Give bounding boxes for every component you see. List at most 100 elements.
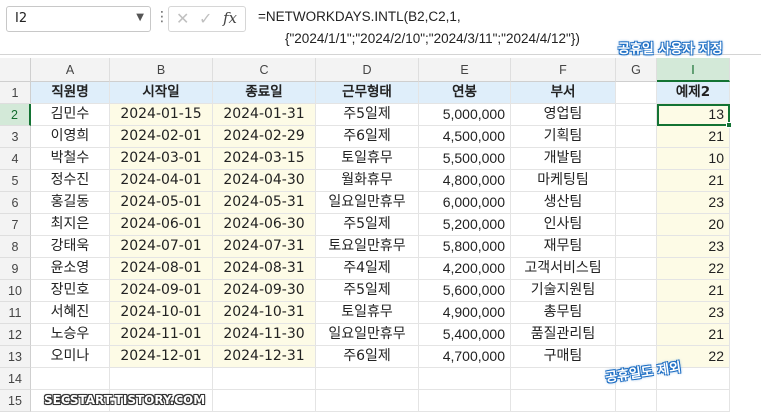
- cell-empty[interactable]: [31, 368, 110, 390]
- cell-name[interactable]: 홍길동: [31, 192, 110, 214]
- cell-empty[interactable]: [657, 390, 730, 412]
- cell-empty[interactable]: [213, 390, 316, 412]
- cell-start-date[interactable]: 2024-04-01: [110, 170, 213, 192]
- cell-salary[interactable]: 4,700,000: [419, 346, 511, 368]
- cell-department[interactable]: 품질관리팀: [511, 324, 616, 346]
- cell-result[interactable]: 21: [657, 280, 730, 302]
- cell-department[interactable]: 총무팀: [511, 302, 616, 324]
- cell-result[interactable]: 10: [657, 148, 730, 170]
- cell-result[interactable]: 21: [657, 324, 730, 346]
- row-header-11[interactable]: 11: [0, 302, 31, 324]
- cell-work-type[interactable]: 주4일제: [316, 258, 419, 280]
- cell-salary[interactable]: 6,000,000: [419, 192, 511, 214]
- select-all-corner[interactable]: [0, 58, 31, 82]
- row-header-7[interactable]: 7: [0, 214, 31, 236]
- cell-department[interactable]: 마케팅팀: [511, 170, 616, 192]
- cell-work-type[interactable]: 주5일제: [316, 280, 419, 302]
- header-cell-e[interactable]: 연봉: [419, 82, 511, 104]
- row-header-1[interactable]: 1: [0, 82, 31, 104]
- cell-result[interactable]: 13: [657, 104, 730, 126]
- cell-salary[interactable]: 5,600,000: [419, 280, 511, 302]
- cell-name[interactable]: 장민호: [31, 280, 110, 302]
- name-box[interactable]: I2 ▼: [6, 6, 151, 32]
- cell-department[interactable]: 개발팀: [511, 148, 616, 170]
- cell-result[interactable]: 23: [657, 192, 730, 214]
- cell-start-date[interactable]: 2024-02-01: [110, 126, 213, 148]
- cell-empty[interactable]: [616, 126, 657, 148]
- cell-empty[interactable]: [419, 390, 511, 412]
- cell-end-date[interactable]: 2024-10-31: [213, 302, 316, 324]
- cell-empty[interactable]: [511, 368, 616, 390]
- cell-name[interactable]: 이영희: [31, 126, 110, 148]
- cell-name[interactable]: 노승우: [31, 324, 110, 346]
- row-header-6[interactable]: 6: [0, 192, 31, 214]
- cell-work-type[interactable]: 주6일제: [316, 126, 419, 148]
- cell-work-type[interactable]: 주5일제: [316, 104, 419, 126]
- cell-result[interactable]: 23: [657, 302, 730, 324]
- cell-name[interactable]: 서혜진: [31, 302, 110, 324]
- cell-end-date[interactable]: 2024-12-31: [213, 346, 316, 368]
- column-header-f[interactable]: F: [511, 58, 616, 82]
- cell-empty[interactable]: [511, 390, 616, 412]
- cell-work-type[interactable]: 주5일제: [316, 214, 419, 236]
- chevron-down-icon[interactable]: ▼: [136, 12, 144, 23]
- insert-function-icon[interactable]: fx: [223, 9, 237, 27]
- cell-result[interactable]: 20: [657, 214, 730, 236]
- cell-salary[interactable]: 5,800,000: [419, 236, 511, 258]
- cell-start-date[interactable]: 2024-03-01: [110, 148, 213, 170]
- cell-start-date[interactable]: 2024-11-01: [110, 324, 213, 346]
- cell-salary[interactable]: 4,200,000: [419, 258, 511, 280]
- cell-empty[interactable]: [616, 258, 657, 280]
- row-header-10[interactable]: 10: [0, 280, 31, 302]
- cell-empty[interactable]: [213, 368, 316, 390]
- cell-empty[interactable]: [316, 368, 419, 390]
- cell-start-date[interactable]: 2024-08-01: [110, 258, 213, 280]
- cell-name[interactable]: 김민수: [31, 104, 110, 126]
- cell-g1[interactable]: [616, 82, 657, 104]
- row-header-13[interactable]: 13: [0, 346, 31, 368]
- row-header-4[interactable]: 4: [0, 148, 31, 170]
- cell-work-type[interactable]: 토일휴무: [316, 302, 419, 324]
- cell-department[interactable]: 기술지원팀: [511, 280, 616, 302]
- cell-start-date[interactable]: 2024-12-01: [110, 346, 213, 368]
- cell-result[interactable]: 23: [657, 236, 730, 258]
- cell-work-type[interactable]: 토요일만휴무: [316, 236, 419, 258]
- row-header-14[interactable]: 14: [0, 368, 31, 390]
- cell-start-date[interactable]: 2024-07-01: [110, 236, 213, 258]
- cell-work-type[interactable]: 주6일제: [316, 346, 419, 368]
- cell-end-date[interactable]: 2024-08-31: [213, 258, 316, 280]
- column-header-e[interactable]: E: [419, 58, 511, 82]
- row-header-9[interactable]: 9: [0, 258, 31, 280]
- cell-salary[interactable]: 4,800,000: [419, 170, 511, 192]
- cell-empty[interactable]: [616, 104, 657, 126]
- column-header-c[interactable]: C: [213, 58, 316, 82]
- cell-work-type[interactable]: 월화휴무: [316, 170, 419, 192]
- enter-icon[interactable]: ✓: [199, 9, 212, 28]
- header-cell-i[interactable]: 예제2: [657, 82, 730, 104]
- row-header-2[interactable]: 2: [0, 104, 31, 126]
- row-header-3[interactable]: 3: [0, 126, 31, 148]
- cell-start-date[interactable]: 2024-05-01: [110, 192, 213, 214]
- cell-end-date[interactable]: 2024-11-30: [213, 324, 316, 346]
- cell-salary[interactable]: 5,400,000: [419, 324, 511, 346]
- header-cell-b[interactable]: 시작일: [110, 82, 213, 104]
- row-header-15[interactable]: 15: [0, 390, 31, 412]
- cell-result[interactable]: 21: [657, 170, 730, 192]
- row-header-5[interactable]: 5: [0, 170, 31, 192]
- cell-salary[interactable]: 5,500,000: [419, 148, 511, 170]
- cell-end-date[interactable]: 2024-04-30: [213, 170, 316, 192]
- cell-empty[interactable]: [110, 368, 213, 390]
- cell-empty[interactable]: [616, 148, 657, 170]
- cell-salary[interactable]: 4,500,000: [419, 126, 511, 148]
- cell-empty[interactable]: [616, 236, 657, 258]
- cell-name[interactable]: 박철수: [31, 148, 110, 170]
- header-cell-c[interactable]: 종료일: [213, 82, 316, 104]
- cell-salary[interactable]: 5,200,000: [419, 214, 511, 236]
- cell-empty[interactable]: [616, 390, 657, 412]
- cell-department[interactable]: 기획팀: [511, 126, 616, 148]
- cell-end-date[interactable]: 2024-01-31: [213, 104, 316, 126]
- cell-department[interactable]: 생산팀: [511, 192, 616, 214]
- cell-empty[interactable]: [419, 368, 511, 390]
- cell-end-date[interactable]: 2024-05-31: [213, 192, 316, 214]
- column-header-d[interactable]: D: [316, 58, 419, 82]
